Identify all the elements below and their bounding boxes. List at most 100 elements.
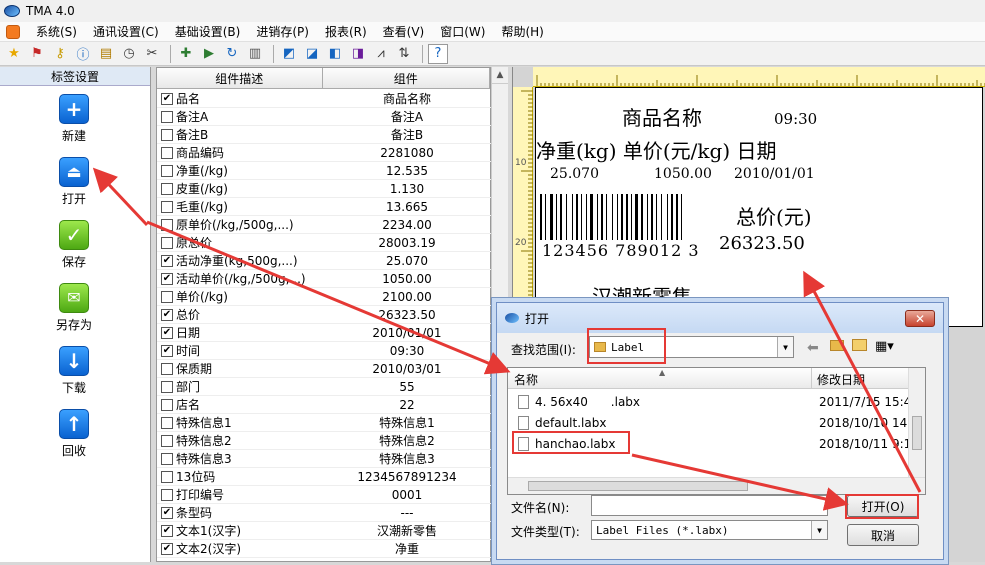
table-row[interactable]: 原总价 28003.19 (157, 234, 492, 252)
table-row[interactable]: ✔ 品名 商品名称 (157, 90, 492, 108)
tools-icon[interactable]: ✂ (142, 44, 162, 64)
table-row[interactable]: ✔ 日期 2010/01/01 (157, 324, 492, 342)
view-menu-icon[interactable]: ▦▾ (875, 339, 894, 354)
table-row[interactable]: ✔ 文本2(汉字) 净重 (157, 540, 492, 558)
timer-icon[interactable]: ◷ (119, 44, 139, 64)
table-row[interactable]: ✔ 活动净重(kg,500g,...) 25.070 (157, 252, 492, 270)
component-checkbox[interactable] (161, 398, 173, 411)
table-row[interactable]: 毛重(/kg) 13.665 (157, 198, 492, 216)
table-row[interactable]: ✔ 时间 09:30 (157, 342, 492, 360)
component-checkbox[interactable] (161, 290, 173, 303)
label-total-value[interactable]: 26323.50 (719, 233, 805, 254)
flag-icon[interactable]: ⚑ (27, 44, 47, 64)
component-checkbox[interactable] (161, 164, 173, 177)
component-checkbox[interactable]: ✔ (161, 524, 173, 537)
chevron-down-icon[interactable]: ▼ (811, 521, 827, 539)
send-icon[interactable]: ◩ (279, 44, 299, 64)
table-row[interactable]: 13位码 1234567891234 (157, 468, 492, 486)
download-icon[interactable]: ◨ (348, 44, 368, 64)
app-menu-icon[interactable] (6, 24, 20, 39)
upload-icon[interactable]: ◧ (325, 44, 345, 64)
component-checkbox[interactable] (161, 236, 173, 249)
key-icon[interactable]: ⚷ (50, 44, 70, 64)
menu-view[interactable]: 查看(V) (375, 23, 433, 40)
label-product-name[interactable]: 商品名称 (622, 102, 702, 131)
star-icon[interactable]: ★ (4, 44, 24, 64)
table-row[interactable]: 商品编码 2281080 (157, 144, 492, 162)
table-row[interactable]: 特殊信息1 特殊信息1 (157, 414, 492, 432)
component-checkbox[interactable]: ✔ (161, 344, 173, 357)
close-icon[interactable]: ✕ (905, 310, 935, 327)
filetype-select[interactable]: Label Files (*.labx) ▼ (591, 520, 828, 540)
hscroll-thumb[interactable] (528, 481, 748, 491)
open-button[interactable]: ⏏ 打开 (50, 157, 98, 207)
download-button[interactable]: ↓ 下载 (50, 346, 98, 396)
table-row[interactable]: ✔ 文本1(汉字) 汉潮新零售 (157, 522, 492, 540)
file-list-vscroll[interactable] (908, 368, 925, 477)
component-checkbox[interactable]: ✔ (161, 542, 173, 555)
scroll-thumb[interactable] (912, 416, 922, 450)
label-date[interactable]: 2010/01/01 (734, 166, 815, 182)
component-checkbox[interactable] (161, 128, 173, 141)
table-row[interactable]: 店名 22 (157, 396, 492, 414)
component-checkbox[interactable]: ✔ (161, 254, 173, 267)
filename-input[interactable] (591, 495, 828, 516)
table-row[interactable]: 净重(/kg) 12.535 (157, 162, 492, 180)
menu-inventory[interactable]: 进销存(P) (248, 23, 317, 40)
component-checkbox[interactable] (161, 362, 173, 375)
component-checkbox[interactable] (161, 470, 173, 483)
column-name[interactable]: 名称 (514, 371, 538, 388)
save-button[interactable]: ✓ 保存 (50, 220, 98, 270)
cancel-button[interactable]: 取消 (847, 524, 919, 546)
component-checkbox[interactable]: ✔ (161, 326, 173, 339)
component-checkbox[interactable]: ✔ (161, 92, 173, 105)
component-checkbox[interactable]: ✔ (161, 506, 173, 519)
new-button[interactable]: + 新建 (50, 94, 98, 144)
menu-window[interactable]: 窗口(W) (432, 23, 493, 40)
column-modified[interactable]: 修改日期 (817, 371, 865, 388)
plus-icon[interactable]: ✚ (176, 44, 196, 64)
recycle-button[interactable]: ↑ 回收 (50, 409, 98, 459)
table-row[interactable]: 部门 55 (157, 378, 492, 396)
file-row[interactable]: default.labx 2018/10/10 14: (508, 413, 911, 433)
label-unit-price[interactable]: 1050.00 (654, 166, 712, 182)
table-row[interactable]: ✔ 总价 26323.50 (157, 306, 492, 324)
new-folder-icon[interactable] (852, 339, 867, 351)
component-checkbox[interactable] (161, 146, 173, 159)
component-checkbox[interactable] (161, 416, 173, 429)
chart-icon[interactable]: ⩘ (371, 44, 391, 64)
component-checkbox[interactable] (161, 434, 173, 447)
table-row[interactable]: ✔ 活动单价(/kg,/500g,...) 1050.00 (157, 270, 492, 288)
column-header-component[interactable]: 组件 (323, 68, 490, 88)
chevron-down-icon[interactable]: ▼ (777, 337, 793, 357)
label-total-caption[interactable]: 总价(元) (736, 201, 812, 230)
menu-reports[interactable]: 报表(R) (317, 23, 375, 40)
receive-icon[interactable]: ◪ (302, 44, 322, 64)
menu-help[interactable]: 帮助(H) (493, 23, 551, 40)
help-icon[interactable]: ? (428, 43, 448, 64)
up-folder-icon[interactable] (830, 340, 844, 351)
refresh-icon[interactable]: ↻ (222, 44, 242, 64)
menu-comm-settings[interactable]: 通讯设置(C) (85, 23, 167, 40)
play-icon[interactable]: ▶ (199, 44, 219, 64)
table-row[interactable]: 打印编号 0001 (157, 486, 492, 504)
label-time[interactable]: 09:30 (774, 110, 817, 128)
scroll-up-icon[interactable]: ▲ (492, 67, 508, 84)
component-checkbox[interactable] (161, 452, 173, 465)
component-checkbox[interactable] (161, 110, 173, 123)
save-as-button[interactable]: ✉ 另存为 (50, 283, 98, 333)
menu-system[interactable]: 系统(S) (28, 23, 85, 40)
component-checkbox[interactable] (161, 200, 173, 213)
component-checkbox[interactable] (161, 380, 173, 393)
label-fields-line[interactable]: 净重(kg) 单价(元/kg) 日期 (536, 135, 777, 164)
table-row[interactable]: 单价(/kg) 2100.00 (157, 288, 492, 306)
page-icon[interactable]: ▤ (96, 44, 116, 64)
column-header-description[interactable]: 组件描述 (157, 68, 323, 88)
table-row[interactable]: 备注A 备注A (157, 108, 492, 126)
table-row[interactable]: 保质期 2010/03/01 (157, 360, 492, 378)
table-row[interactable]: 原单价(/kg,/500g,...) 2234.00 (157, 216, 492, 234)
table-row[interactable]: 备注B 备注B (157, 126, 492, 144)
back-icon[interactable]: ⬅ (807, 340, 819, 356)
component-checkbox[interactable]: ✔ (161, 272, 173, 285)
database-icon[interactable]: ▥ (245, 44, 265, 64)
